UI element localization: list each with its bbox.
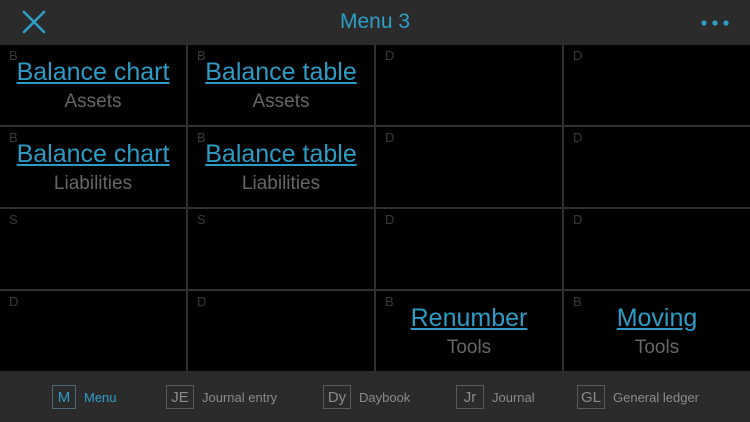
tab-journal[interactable]: Jr Journal <box>456 382 535 412</box>
cell-subtitle: Assets <box>252 91 310 112</box>
cell-type-label: D <box>385 130 395 145</box>
grid-cell: S <box>0 209 186 289</box>
menu-grid: B Balance chart Assets B Balance table Assets… <box>0 45 750 371</box>
cell-link[interactable]: Balance chart <box>0 58 186 87</box>
cell-link[interactable]: Balance chart <box>0 140 186 169</box>
more-dots-icon <box>701 20 729 26</box>
grid-cell: D <box>376 45 562 125</box>
page-title: Menu 3 <box>339 10 411 33</box>
cell-subtitle: Liabilities <box>241 173 321 194</box>
cell-type-label: D <box>573 130 583 145</box>
cell-type-label: D <box>385 212 395 227</box>
cell-link[interactable]: Moving <box>564 304 750 333</box>
grid-cell: D <box>0 291 186 371</box>
cell-type-label: S <box>197 212 206 227</box>
tab-label: Journal <box>492 389 535 405</box>
grid-cell[interactable]: B Renumber Tools <box>376 291 562 371</box>
cell-subtitle: Liabilities <box>53 173 133 194</box>
grid-cell: D <box>188 291 374 371</box>
bottom-tab-bar: M Menu JE Journal entry Dy Daybook Jr Journal GL… <box>0 371 750 422</box>
tab-label: Menu <box>84 389 117 405</box>
tab-label: Daybook <box>359 389 411 405</box>
tab-general-ledger[interactable]: GL General ledger <box>577 382 699 412</box>
tab-badge-icon: Jr <box>456 385 484 409</box>
tab-badge-icon: M <box>52 385 76 409</box>
grid-cell: D <box>376 127 562 207</box>
cell-link[interactable]: Balance table <box>188 140 374 169</box>
tab-label: Journal entry <box>202 389 278 405</box>
grid-cell[interactable]: B Balance chart Liabilities <box>0 127 186 207</box>
tab-label: General ledger <box>613 389 699 405</box>
grid-cell[interactable]: B Balance table Assets <box>188 45 374 125</box>
tab-daybook[interactable]: Dy Daybook <box>323 382 410 412</box>
grid-cell: D <box>564 127 750 207</box>
more-options-button[interactable] <box>700 16 730 28</box>
cell-type-label: S <box>9 212 18 227</box>
cell-type-label: D <box>573 48 583 63</box>
cell-link[interactable]: Balance table <box>188 58 374 87</box>
grid-cell: D <box>564 209 750 289</box>
grid-cell: D <box>376 209 562 289</box>
grid-cell[interactable]: B Moving Tools <box>564 291 750 371</box>
cell-type-label: D <box>9 294 19 309</box>
grid-cell: S <box>188 209 374 289</box>
cell-type-label: D <box>385 48 395 63</box>
tab-badge-icon: GL <box>577 385 605 409</box>
cell-subtitle: Tools <box>446 337 492 358</box>
cell-subtitle: Assets <box>64 91 122 112</box>
tab-journal-entry[interactable]: JE Journal entry <box>166 382 277 412</box>
cell-subtitle: Tools <box>634 337 680 358</box>
cell-link[interactable]: Renumber <box>376 304 562 333</box>
tab-badge-icon: Dy <box>323 385 351 409</box>
app: Menu 3 B Balance chart Assets B Balance tabl… <box>0 0 750 422</box>
close-button[interactable] <box>20 9 48 35</box>
grid-cell[interactable]: B Balance table Liabilities <box>188 127 374 207</box>
tab-badge-icon: JE <box>166 385 194 409</box>
close-icon <box>22 10 46 34</box>
header-bar: Menu 3 <box>0 0 750 44</box>
cell-type-label: D <box>573 212 583 227</box>
tab-menu[interactable]: M Menu <box>52 382 117 412</box>
cell-type-label: D <box>197 294 207 309</box>
grid-cell[interactable]: B Balance chart Assets <box>0 45 186 125</box>
grid-cell: D <box>564 45 750 125</box>
